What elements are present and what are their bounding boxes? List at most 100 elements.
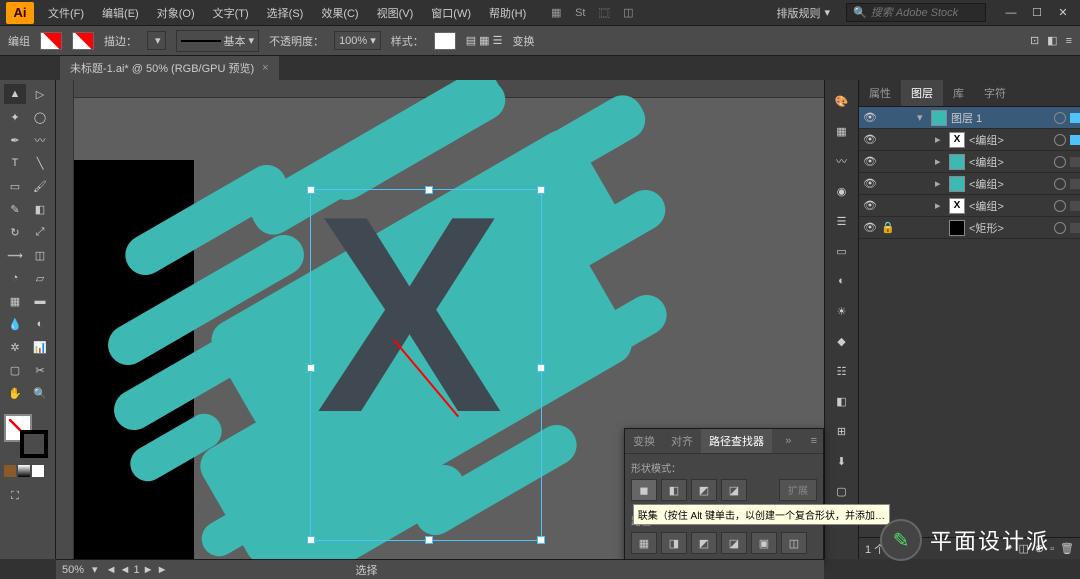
selection-indicator[interactable] xyxy=(1070,135,1080,145)
minimize-button[interactable]: — xyxy=(1002,4,1020,22)
rotate-tool[interactable]: ↻ xyxy=(4,222,26,242)
paintbrush-tool[interactable]: 🖌 xyxy=(29,176,51,196)
target-icon[interactable] xyxy=(1054,156,1066,168)
pathfinder-panel-icon[interactable]: ◧ xyxy=(833,392,851,410)
menu-view[interactable]: 视图(V) xyxy=(369,1,422,25)
lasso-tool[interactable]: ◯ xyxy=(29,107,51,127)
mesh-tool[interactable]: ▦ xyxy=(4,291,26,311)
rectangle-tool[interactable]: ▭ xyxy=(4,176,26,196)
pf-menu-icon[interactable]: ≡ xyxy=(805,431,823,451)
maximize-button[interactable]: ☐ xyxy=(1028,4,1046,22)
target-icon[interactable] xyxy=(1054,222,1066,234)
symbols-panel-icon[interactable]: ◉ xyxy=(833,182,851,200)
selection-indicator[interactable] xyxy=(1070,113,1080,123)
gradient-panel-icon[interactable]: ▭ xyxy=(833,242,851,260)
color-mode-btn[interactable] xyxy=(4,465,16,477)
layer-row[interactable]: 👁 ▸ <编组> xyxy=(859,173,1080,195)
zoom-level[interactable]: 50% xyxy=(62,564,84,576)
trim-button[interactable]: ◨ xyxy=(661,532,687,554)
target-icon[interactable] xyxy=(1054,112,1066,124)
layer-name[interactable]: <编组> xyxy=(969,176,1050,192)
expand-arrow[interactable]: ▸ xyxy=(935,133,945,146)
layer-row[interactable]: 👁 ▸ X <编组> xyxy=(859,129,1080,151)
expand-button[interactable]: 扩展 xyxy=(779,479,817,501)
direct-selection-tool[interactable]: ▷ xyxy=(29,84,51,104)
zoom-tool[interactable]: 🔍 xyxy=(29,383,51,403)
target-icon[interactable] xyxy=(1054,134,1066,146)
selection-indicator[interactable] xyxy=(1070,179,1080,189)
layer-name[interactable]: <编组> xyxy=(969,132,1050,148)
tab-layers[interactable]: 图层 xyxy=(901,80,943,106)
pen-tool[interactable]: ✒ xyxy=(4,130,26,150)
intersect-button[interactable]: ◩ xyxy=(691,479,717,501)
exclude-button[interactable]: ◪ xyxy=(721,479,747,501)
bridge-icon[interactable]: ▦ xyxy=(548,5,564,21)
opacity-dd[interactable]: 100%▾ xyxy=(334,31,381,50)
brushes-panel-icon[interactable]: 〰 xyxy=(833,152,851,170)
appearance-panel-icon[interactable]: ☀ xyxy=(833,302,851,320)
blend-tool[interactable]: ◐ xyxy=(29,314,51,334)
close-button[interactable]: ✕ xyxy=(1054,4,1072,22)
target-icon[interactable] xyxy=(1054,178,1066,190)
pf-tab-align[interactable]: 对齐 xyxy=(663,429,701,453)
visibility-toggle[interactable]: 👁 xyxy=(863,155,877,168)
outline-button[interactable]: ▣ xyxy=(751,532,777,554)
transform-panel-icon[interactable]: ⊞ xyxy=(833,422,851,440)
arrange2-icon[interactable]: ◫ xyxy=(620,5,636,21)
document-tab[interactable]: 未标题-1.ai* @ 50% (RGB/GPU 预览) × xyxy=(60,56,279,80)
menu-type[interactable]: 文字(T) xyxy=(205,1,257,25)
expand-arrow[interactable]: ▸ xyxy=(935,199,945,212)
color-control[interactable] xyxy=(4,414,48,458)
visibility-toggle[interactable]: 👁 xyxy=(863,111,877,124)
magic-wand-tool[interactable]: ✦ xyxy=(4,107,26,127)
isolate-icon[interactable]: ⊡ xyxy=(1030,34,1039,47)
swatches-panel-icon[interactable]: ▦ xyxy=(833,122,851,140)
transform-label[interactable]: 变换 xyxy=(513,33,535,49)
workspace-dropdown[interactable]: 排版规则 ▾ xyxy=(770,3,836,23)
artboard-tool[interactable]: ▢ xyxy=(4,360,26,380)
pf-collapse-icon[interactable]: » xyxy=(779,431,797,451)
menu-effect[interactable]: 效果(C) xyxy=(313,1,366,25)
divide-button[interactable]: ▦ xyxy=(631,532,657,554)
asset-export-icon[interactable]: ⬇ xyxy=(833,452,851,470)
visibility-toggle[interactable]: 👁 xyxy=(863,177,877,190)
shaper-tool[interactable]: ✎ xyxy=(4,199,26,219)
layer-name[interactable]: <编组> xyxy=(969,154,1050,170)
gradient-mode-btn[interactable] xyxy=(18,465,30,477)
fill-swatch[interactable] xyxy=(40,32,62,50)
menu-select[interactable]: 选择(S) xyxy=(259,1,312,25)
graphic-styles-icon[interactable]: ◆ xyxy=(833,332,851,350)
menu-help[interactable]: 帮助(H) xyxy=(481,1,534,25)
delete-layer-icon[interactable]: 🗑 xyxy=(1060,542,1074,555)
target-icon[interactable] xyxy=(1054,200,1066,212)
visibility-toggle[interactable]: 👁 xyxy=(863,199,877,212)
minus-front-button[interactable]: ◧ xyxy=(661,479,687,501)
ruler-vertical[interactable] xyxy=(56,80,74,559)
artboards-panel-icon[interactable]: ▢ xyxy=(833,482,851,500)
menu-file[interactable]: 文件(F) xyxy=(40,1,92,25)
shape-builder-tool[interactable]: ◔ xyxy=(4,268,26,288)
layer-name[interactable]: <编组> xyxy=(969,198,1050,214)
arrange-icon[interactable]: ⿴ xyxy=(596,5,612,21)
selection-tool[interactable]: ▲ xyxy=(4,84,26,104)
layer-row[interactable]: 👁 ▸ X <编组> xyxy=(859,195,1080,217)
line-tool[interactable]: ╲ xyxy=(29,153,51,173)
gradient-tool[interactable]: ▬ xyxy=(29,291,51,311)
align-panel-icon[interactable]: ☷ xyxy=(833,362,851,380)
zoom-dropdown-icon[interactable]: ▾ xyxy=(92,563,98,576)
menu-window[interactable]: 窗口(W) xyxy=(423,1,479,25)
style-swatch[interactable] xyxy=(434,32,456,50)
brush-dd[interactable]: 基本▾ xyxy=(176,30,260,52)
layer-row[interactable]: 👁 ▾ 图层 1 xyxy=(859,107,1080,129)
stroke-panel-icon[interactable]: ☰ xyxy=(833,212,851,230)
pf-tab-pathfinder[interactable]: 路径查找器 xyxy=(701,429,772,453)
hand-tool[interactable]: ✋ xyxy=(4,383,26,403)
none-mode-btn[interactable] xyxy=(32,465,44,477)
new-layer-icon[interactable]: ▫ xyxy=(1050,543,1054,555)
selection-indicator[interactable] xyxy=(1070,201,1080,211)
layer-row[interactable]: 👁 🔒 <矩形> xyxy=(859,217,1080,239)
stroke-color[interactable] xyxy=(20,430,48,458)
pf-tab-transform[interactable]: 变换 xyxy=(625,429,663,453)
menu-icon[interactable]: ≡ xyxy=(1066,35,1072,47)
selection-indicator[interactable] xyxy=(1070,157,1080,167)
